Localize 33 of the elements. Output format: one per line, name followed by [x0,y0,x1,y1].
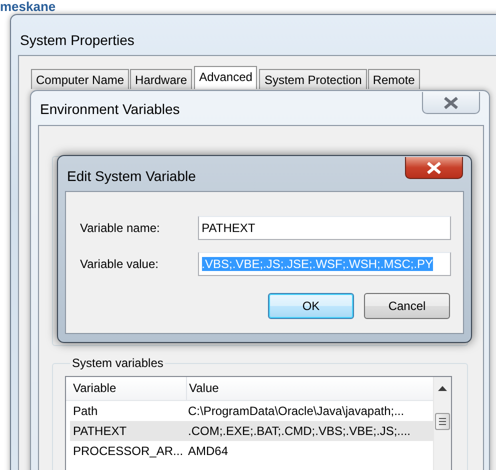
scrollbar[interactable] [433,377,451,470]
dialog-title: Edit System Variable [66,167,197,186]
window-title: System Properties [19,31,136,50]
tab[interactable]: System Protection [259,69,367,89]
close-icon [426,162,442,174]
field-label: Variable name: [80,221,161,235]
input-field[interactable]: PATHEXT [198,216,451,240]
group-label: System variables [71,356,164,370]
page-heading: meskane [0,0,56,14]
close-button[interactable] [405,157,463,179]
tab[interactable]: Hardware [130,69,192,89]
table-cell-text: C:\ProgramData\Oracle\Java\javapath;... [187,404,404,418]
close-icon [443,96,459,108]
scroll-thumb[interactable] [435,413,450,430]
field-label: Variable value: [80,257,160,271]
column-header[interactable]: Variable [70,377,187,400]
table-cell-text: .COM;.EXE;.BAT;.CMD;.VBS;.VBE;.JS;.... [187,424,410,438]
table-cell-text: PROCESSOR_AR... [72,444,184,458]
table-row[interactable]: Path C:\ProgramData\Oracle\Java\javapath;... [70,401,433,421]
scroll-up-icon[interactable] [438,386,447,391]
table-cell-text: Path [72,404,99,418]
table-cell-text: PATHEXT [72,424,128,438]
column-header[interactable]: Value [187,377,219,400]
table-cell-text: AMD64 [187,444,228,458]
table-row[interactable]: PATHEXT .COM;.EXE;.BAT;.CMD;.VBS;.VBE;.JS;.... [70,421,433,441]
dialog-button[interactable]: Cancel [364,293,450,319]
tab[interactable]: Computer Name [31,69,130,89]
close-button[interactable] [422,92,480,114]
tab[interactable]: Remote [368,69,420,89]
tab[interactable]: Advanced [194,66,258,89]
window-title: Environment Variables [39,100,181,119]
dialog-button[interactable]: OK [268,293,354,319]
table-row[interactable]: PROCESSOR_AR... AMD64 [70,441,433,461]
